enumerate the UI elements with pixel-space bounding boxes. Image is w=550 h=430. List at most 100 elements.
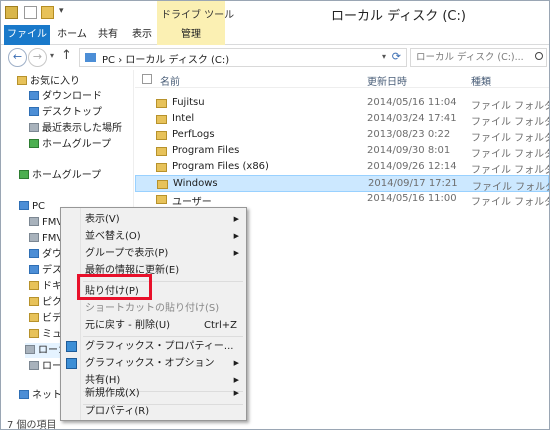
- drive-icon: [29, 233, 39, 242]
- homegroup-icon: [19, 170, 29, 179]
- menu-item-graphics-properties[interactable]: グラフィックス・プロパティー...: [63, 338, 244, 355]
- folder-icon: [157, 180, 168, 189]
- download-folder-icon: [29, 249, 39, 258]
- tab-share[interactable]: 共有: [91, 25, 125, 45]
- nav-recent-places[interactable]: 最近表示した場所: [29, 121, 122, 136]
- recent-locations-icon[interactable]: ▾: [50, 51, 54, 60]
- tab-manage[interactable]: 管理: [157, 25, 225, 45]
- file-type: ファイル フォルダー: [471, 149, 549, 160]
- pictures-icon: [29, 297, 39, 306]
- menu-item-graphics-options[interactable]: グラフィックス・オプション ▶: [63, 355, 244, 372]
- drive-icon: [29, 217, 39, 226]
- nav-label: デスクトップ: [42, 107, 102, 118]
- file-name: Fujitsu: [172, 97, 205, 108]
- file-name: Program Files (x86): [172, 161, 269, 172]
- address-bar[interactable]: PC › ローカル ディスク (C:) ▾ ⟳: [79, 48, 407, 67]
- menu-label: グラフィックス・プロパティー...: [85, 341, 234, 352]
- menu-label: ショートカットの貼り付け(S): [85, 303, 220, 314]
- tab-view[interactable]: 表示: [125, 25, 159, 45]
- search-input[interactable]: [410, 48, 547, 67]
- file-row[interactable]: Program Files 2014/09/30 8:01 ファイル フォルダー: [135, 143, 549, 160]
- nav-documents[interactable]: ドキ: [29, 279, 62, 294]
- local-disk-icon: [29, 361, 39, 370]
- up-arrow-icon[interactable]: ↑: [61, 48, 72, 63]
- nav-label: ダウンロード: [42, 91, 102, 102]
- menu-separator: [83, 336, 243, 337]
- file-name: Intel: [172, 113, 195, 124]
- file-name: Windows: [173, 178, 218, 189]
- submenu-arrow-icon: ▶: [233, 359, 239, 367]
- file-row-selected[interactable]: Windows 2014/09/17 17:21 ファイル フォルダー: [135, 175, 549, 193]
- back-button[interactable]: ←: [8, 48, 27, 67]
- menu-item-group-by[interactable]: グループで表示(P) ▶: [63, 245, 244, 262]
- new-folder-icon[interactable]: [41, 6, 54, 19]
- documents-icon: [29, 281, 39, 290]
- folder-icon: [156, 163, 167, 172]
- menu-item-sort[interactable]: 並べ替え(O) ▶: [63, 228, 244, 245]
- customize-toolbar-icon[interactable]: ▾: [59, 6, 64, 16]
- select-all-checkbox[interactable]: [142, 74, 152, 84]
- nav-label: 最近表示した場所: [42, 123, 122, 134]
- column-date[interactable]: 更新日時: [367, 73, 407, 88]
- context-menu: 表示(V) ▶ 並べ替え(O) ▶ グループで表示(P) ▶ 最新の情報に更新(E) …: [60, 207, 247, 421]
- ribbon-tabs: ファイル ホーム 共有 表示 管理: [1, 25, 549, 45]
- file-row[interactable]: Fujitsu 2014/05/16 11:04 ファイル フォルダー: [135, 95, 549, 112]
- chevron-down-icon[interactable]: ▾: [382, 52, 386, 61]
- properties-icon[interactable]: [24, 6, 37, 19]
- menu-item-properties[interactable]: プロパティ(R): [63, 403, 244, 420]
- menu-shortcut: Ctrl+Z: [204, 320, 238, 331]
- folder-icon: [156, 195, 167, 204]
- file-row[interactable]: PerfLogs 2013/08/23 0:22 ファイル フォルダー: [135, 127, 549, 144]
- file-row[interactable]: ユーザー 2014/05/16 11:00 ファイル フォルダー: [135, 191, 549, 208]
- homegroup-icon: [29, 139, 39, 148]
- recent-places-icon: [29, 123, 39, 132]
- menu-item-view[interactable]: 表示(V) ▶: [63, 211, 244, 228]
- nav-homegroup-fav[interactable]: ホームグループ: [29, 137, 111, 152]
- file-row[interactable]: Intel 2014/03/24 17:41 ファイル フォルダー: [135, 111, 549, 128]
- nav-homegroup[interactable]: ホームグループ: [19, 168, 101, 183]
- file-type: ファイル フォルダー: [471, 133, 549, 144]
- forward-button[interactable]: →: [28, 48, 47, 67]
- refresh-icon[interactable]: ⟳: [392, 50, 401, 63]
- nav-drive-fmv1[interactable]: FMV: [29, 215, 63, 230]
- file-type: ファイル フォルダー: [471, 165, 549, 176]
- nav-label: PC: [32, 201, 46, 212]
- nav-downloads[interactable]: ダウンロード: [29, 89, 102, 104]
- submenu-arrow-icon: ▶: [233, 249, 239, 257]
- column-type[interactable]: 種類: [471, 73, 491, 88]
- file-row[interactable]: Program Files (x86) 2014/09/26 12:14 ファイ…: [135, 159, 549, 176]
- nav-drive-fmv2[interactable]: FMV: [29, 231, 63, 246]
- nav-pc[interactable]: PC: [19, 199, 45, 214]
- menu-label: 表示(V): [85, 214, 120, 225]
- local-disk-icon: [25, 345, 35, 354]
- graphics-icon: [66, 358, 77, 369]
- pc-icon: [19, 201, 29, 210]
- nav-label: ドキ: [42, 281, 62, 292]
- file-date: 2014/05/16 11:00: [367, 193, 457, 204]
- drive-tools-label: ドライブ ツール: [161, 10, 235, 21]
- tab-file[interactable]: ファイル: [4, 25, 50, 45]
- desktop-icon: [29, 107, 39, 116]
- file-name: ユーザー: [172, 197, 212, 208]
- search-icon[interactable]: [535, 52, 543, 60]
- submenu-arrow-icon: ▶: [233, 389, 239, 397]
- item-count: 7 個の項目: [7, 420, 57, 430]
- column-name[interactable]: 名前: [160, 73, 180, 88]
- menu-item-paste-shortcut: ショートカットの貼り付け(S): [63, 300, 244, 317]
- folder-icon[interactable]: [5, 6, 18, 19]
- nav-label: お気に入り: [30, 76, 80, 87]
- nav-favorites[interactable]: お気に入り: [17, 74, 80, 89]
- file-date: 2014/09/26 12:14: [367, 161, 457, 172]
- file-type: ファイル フォルダー: [471, 101, 549, 112]
- folder-icon: [156, 99, 167, 108]
- menu-item-undo-delete[interactable]: 元に戻す - 削除(U) Ctrl+Z: [63, 317, 244, 334]
- folder-icon: [156, 131, 167, 140]
- file-date: 2014/09/17 17:21: [368, 178, 458, 189]
- star-icon: [17, 76, 27, 85]
- folder-icon: [156, 147, 167, 156]
- nav-desktop[interactable]: デスクトップ: [29, 105, 102, 120]
- tab-home[interactable]: ホーム: [53, 25, 91, 45]
- nav-label: ホームグループ: [42, 139, 112, 150]
- address-path[interactable]: PC › ローカル ディスク (C:): [102, 51, 229, 66]
- menu-item-new[interactable]: 新規作成(X) ▶: [63, 385, 244, 402]
